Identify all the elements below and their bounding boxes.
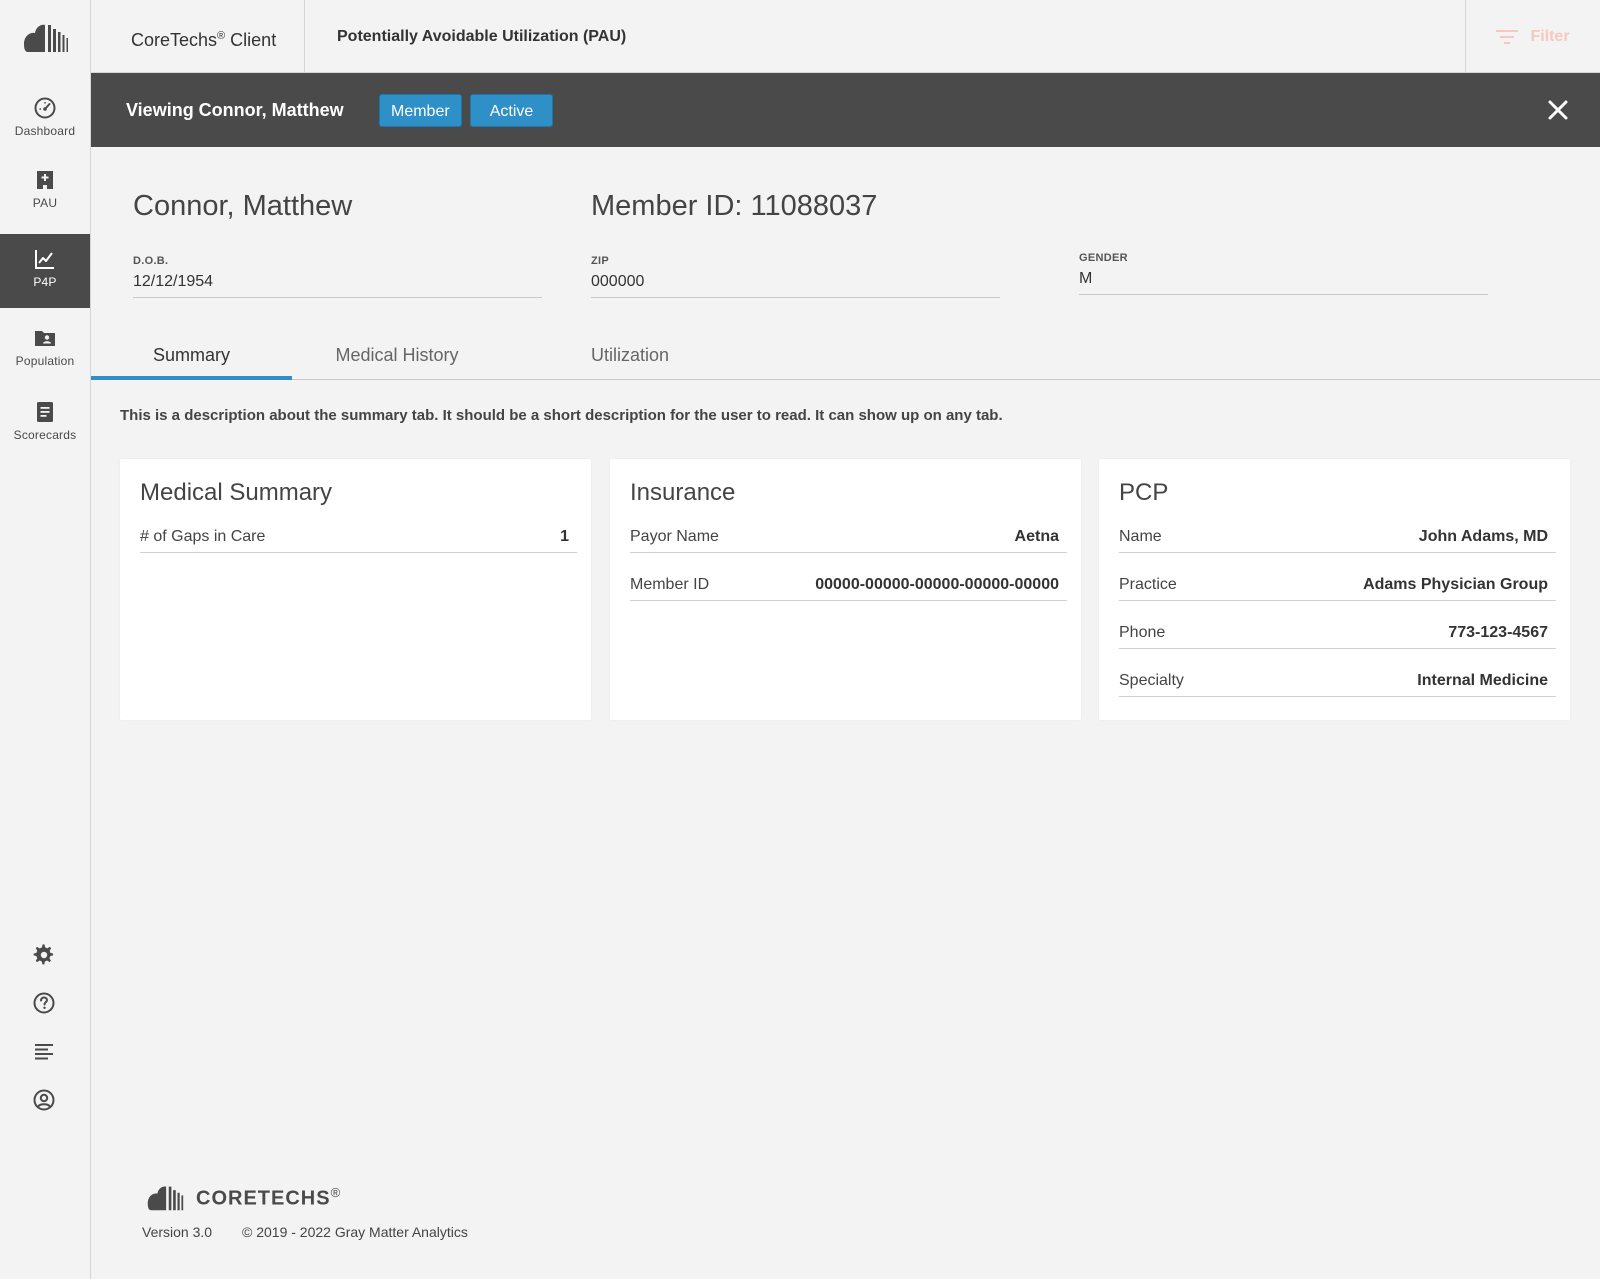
hospital-icon	[37, 171, 53, 189]
member-badge[interactable]: Member	[379, 94, 462, 127]
row-label: Name	[1119, 527, 1162, 545]
help-icon[interactable]	[32, 991, 56, 1015]
tab-bar: Summary Medical History Utilization	[91, 333, 1600, 380]
row-label: # of Gaps in Care	[140, 527, 266, 545]
row-label: Practice	[1119, 575, 1177, 593]
insurance-card: Insurance Payor Name Aetna Member ID 000…	[610, 459, 1081, 720]
info-row: # of Gaps in Care 1	[140, 521, 577, 553]
row-label: Payor Name	[630, 527, 719, 545]
info-row: Specialty Internal Medicine	[1119, 665, 1556, 697]
folder-user-icon	[35, 331, 55, 346]
top-bar: CoreTechs® Client Potentially Avoidable …	[91, 0, 1600, 73]
row-label: Member ID	[630, 575, 710, 593]
brand-name: CoreTechs	[131, 30, 218, 50]
row-value: Internal Medicine	[1417, 671, 1548, 689]
brand-registered-mark: ®	[217, 30, 226, 42]
sidebar-item-label: PAU	[32, 196, 58, 210]
document-icon	[37, 402, 53, 422]
sidebar-item-pau[interactable]: PAU	[0, 168, 90, 232]
footer-brand: CORETECHS®	[196, 1185, 341, 1211]
sidebar: Dashboard PAU P4P Population Scorecards	[0, 0, 91, 1279]
footer-logo: CORETECHS®	[146, 1184, 341, 1212]
dob-field: D.O.B. 12/12/1954	[133, 255, 542, 298]
user-circle-icon[interactable]	[32, 1088, 56, 1112]
footer-brand-reg: ®	[330, 1185, 342, 1201]
row-label: Specialty	[1119, 671, 1184, 689]
row-label: Phone	[1119, 623, 1166, 641]
speedometer-icon	[34, 97, 56, 119]
row-value: Adams Physician Group	[1363, 575, 1548, 593]
viewing-title: Viewing Connor, Matthew	[126, 100, 344, 120]
sidebar-item-label: Dashboard	[14, 124, 76, 138]
member-name: Connor, Matthew	[133, 190, 353, 222]
card-title: Medical Summary	[140, 479, 333, 506]
footer-copyright: © 2019 - 2022 Gray Matter Analytics	[242, 1224, 468, 1240]
row-value: Aetna	[1014, 527, 1059, 545]
member-id: Member ID: 11088037	[591, 190, 878, 222]
filter-icon	[1496, 29, 1519, 44]
footer-version: Version 3.0	[142, 1224, 213, 1240]
sidebar-item-scorecards[interactable]: Scorecards	[0, 400, 90, 464]
brand-suffix: Client	[230, 30, 277, 50]
tab-description: This is a description about the summary …	[120, 407, 1003, 424]
dob-value: 12/12/1954	[133, 273, 214, 290]
dob-label: D.O.B.	[133, 255, 169, 267]
medical-summary-card: Medical Summary # of Gaps in Care 1	[120, 459, 591, 720]
info-row: Phone 773-123-4567	[1119, 617, 1556, 649]
coretechs-logo-icon[interactable]	[22, 22, 70, 54]
tab-utilization[interactable]: Utilization	[540, 333, 720, 380]
gender-field: GENDER M	[1079, 252, 1488, 295]
info-row: Name John Adams, MD	[1119, 521, 1556, 553]
info-row: Member ID 00000-00000-00000-00000-00000	[630, 569, 1067, 601]
sidebar-item-label: Scorecards	[13, 428, 77, 442]
close-icon[interactable]	[1544, 96, 1572, 124]
gender-value: M	[1079, 270, 1093, 287]
pcp-card: PCP Name John Adams, MD Practice Adams P…	[1099, 459, 1570, 720]
sidebar-item-dashboard[interactable]: Dashboard	[0, 96, 90, 160]
row-value: 1	[560, 527, 569, 545]
line-chart-icon	[35, 250, 54, 269]
card-title: Insurance	[630, 479, 736, 506]
app-brand: CoreTechs® Client	[91, 0, 305, 73]
sidebar-item-label: P4P	[33, 275, 57, 289]
zip-label: ZIP	[591, 255, 610, 267]
row-value: 773-123-4567	[1448, 623, 1548, 641]
page-title: Potentially Avoidable Utilization (PAU)	[337, 28, 627, 45]
footer-brand-name: CORETECHS	[196, 1187, 331, 1210]
sidebar-item-label: Population	[15, 354, 75, 368]
info-row: Practice Adams Physician Group	[1119, 569, 1556, 601]
sidebar-item-population[interactable]: Population	[0, 326, 90, 390]
row-value: John Adams, MD	[1418, 527, 1548, 545]
tab-summary[interactable]: Summary	[91, 333, 292, 380]
info-row: Payor Name Aetna	[630, 521, 1067, 553]
tab-medical-history[interactable]: Medical History	[307, 333, 487, 380]
row-value: 00000-00000-00000-00000-00000	[815, 575, 1059, 593]
filter-label: Filter	[1530, 27, 1570, 45]
zip-field: ZIP 000000	[591, 255, 1000, 298]
coretechs-logo-icon	[147, 1186, 184, 1211]
viewing-header: Viewing Connor, Matthew Member Active	[91, 73, 1600, 147]
gender-label: GENDER	[1079, 252, 1128, 264]
card-title: PCP	[1119, 479, 1169, 506]
active-badge[interactable]: Active	[470, 94, 553, 127]
gear-icon[interactable]	[32, 943, 56, 967]
align-left-icon[interactable]	[32, 1040, 56, 1064]
filter-button[interactable]: Filter	[1465, 0, 1600, 73]
zip-value: 000000	[591, 273, 645, 290]
sidebar-item-p4p[interactable]: P4P	[0, 234, 90, 308]
